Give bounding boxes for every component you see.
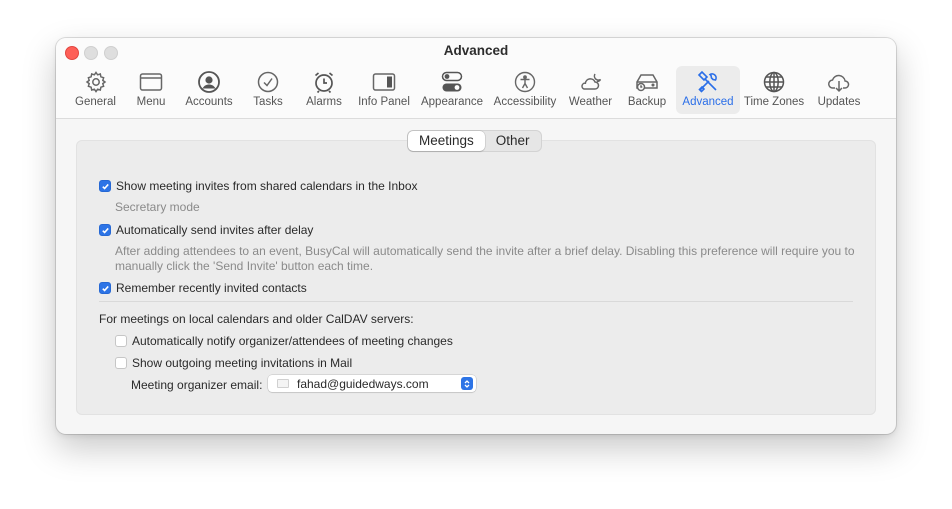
cloud-download-icon: [826, 69, 852, 95]
toggles-icon: [439, 69, 465, 95]
auto-send-description-line1: After adding attendees to an event, Busy…: [115, 244, 855, 258]
toolbar-item-accessibility[interactable]: Accessibility: [487, 66, 563, 114]
show-invites-label: Show meeting invites from shared calenda…: [116, 179, 418, 193]
show-invites-checkbox[interactable]: [99, 180, 111, 192]
settings-tab-control: Meetings Other: [407, 130, 542, 152]
drive-clock-icon: [634, 69, 660, 95]
toolbar-label: Info Panel: [358, 96, 410, 108]
toolbar-label: Advanced: [682, 96, 734, 108]
globe-icon: [761, 69, 787, 95]
window-icon: [138, 69, 164, 95]
auto-send-checkbox[interactable]: [99, 224, 111, 236]
sidebar-right-icon: [371, 69, 397, 95]
gear-icon: [83, 69, 109, 95]
toolbar-label: Menu: [136, 96, 166, 108]
toolbar-item-time-zones[interactable]: Time Zones: [740, 66, 808, 114]
toolbar-label: Updates: [817, 96, 861, 108]
show-outgoing-option[interactable]: Show outgoing meeting invitations in Mai…: [115, 356, 352, 370]
toolbar-label: Appearance: [420, 96, 484, 108]
remember-contacts-checkbox[interactable]: [99, 282, 111, 294]
remember-contacts-option[interactable]: Remember recently invited contacts: [99, 281, 307, 295]
show-outgoing-label: Show outgoing meeting invitations in Mai…: [132, 356, 353, 370]
toolbar-label: Alarms: [306, 96, 342, 108]
toolbar-item-menu[interactable]: Menu: [123, 66, 179, 114]
show-outgoing-checkbox[interactable]: [115, 357, 127, 369]
auto-send-option[interactable]: Automatically send invites after delay: [99, 223, 313, 237]
toolbar-item-alarms[interactable]: Alarms: [297, 66, 351, 114]
organizer-email-popup[interactable]: fahad@guidedways.com: [268, 375, 476, 392]
toolbar-item-appearance[interactable]: Appearance: [417, 66, 487, 114]
toolbar-label: Weather: [568, 96, 613, 108]
toolbar-item-accounts[interactable]: Accounts: [179, 66, 239, 114]
organizer-email-value: fahad@guidedways.com: [297, 376, 429, 391]
popup-chevrons-icon[interactable]: [461, 377, 473, 390]
preferences-window: Advanced General Menu Accounts Tasks Ala…: [56, 38, 896, 434]
cloud-moon-icon: [578, 69, 604, 95]
notify-changes-checkbox[interactable]: [115, 335, 127, 347]
toolbar-label: Accessibility: [493, 96, 557, 108]
toolbar-label: General: [75, 96, 116, 108]
remember-contacts-label: Remember recently invited contacts: [116, 281, 307, 295]
toolbar-item-tasks[interactable]: Tasks: [239, 66, 297, 114]
notify-changes-option[interactable]: Automatically notify organizer/attendees…: [115, 334, 453, 348]
tab-meetings[interactable]: Meetings: [408, 131, 485, 151]
toolbar-item-general[interactable]: General: [68, 66, 123, 114]
person-circle-icon: [196, 69, 222, 95]
alarm-clock-icon: [311, 69, 337, 95]
toolbar-item-backup[interactable]: Backup: [618, 66, 676, 114]
accessibility-icon: [512, 69, 538, 95]
organizer-email-label: Meeting organizer email:: [131, 378, 263, 392]
toolbar-item-weather[interactable]: Weather: [563, 66, 618, 114]
toolbar-label: Backup: [627, 96, 667, 108]
tab-other[interactable]: Other: [485, 131, 541, 151]
toolbar-label: Tasks: [253, 96, 283, 108]
toolbar-label: Time Zones: [743, 96, 805, 108]
toolbar-item-info-panel[interactable]: Info Panel: [351, 66, 417, 114]
wrench-screwdriver-icon: [695, 69, 721, 95]
secretary-mode-text: Secretary mode: [115, 200, 200, 214]
mail-icon: [277, 379, 289, 388]
window-title: Advanced: [443, 43, 509, 58]
auto-send-description: After adding attendees to an event, Busy…: [115, 244, 855, 273]
checkmark-circle-icon: [255, 69, 281, 95]
notify-changes-label: Automatically notify organizer/attendees…: [132, 334, 453, 348]
auto-send-label: Automatically send invites after delay: [116, 223, 314, 237]
show-invites-option[interactable]: Show meeting invites from shared calenda…: [99, 179, 418, 193]
toolbar-item-advanced[interactable]: Advanced: [676, 66, 740, 114]
auto-send-description-line2: manually click the 'Send Invite' button …: [115, 258, 374, 273]
section-divider: [99, 301, 853, 302]
toolbar-label: Accounts: [185, 96, 233, 108]
local-calendars-heading: For meetings on local calendars and olde…: [99, 312, 414, 326]
toolbar-item-updates[interactable]: Updates: [808, 66, 870, 114]
title-bar: Advanced General Menu Accounts Tasks Ala…: [56, 38, 896, 119]
preferences-toolbar: General Menu Accounts Tasks Alarms Info …: [68, 66, 870, 114]
meetings-settings-panel: Show meeting invites from shared calenda…: [76, 140, 876, 415]
